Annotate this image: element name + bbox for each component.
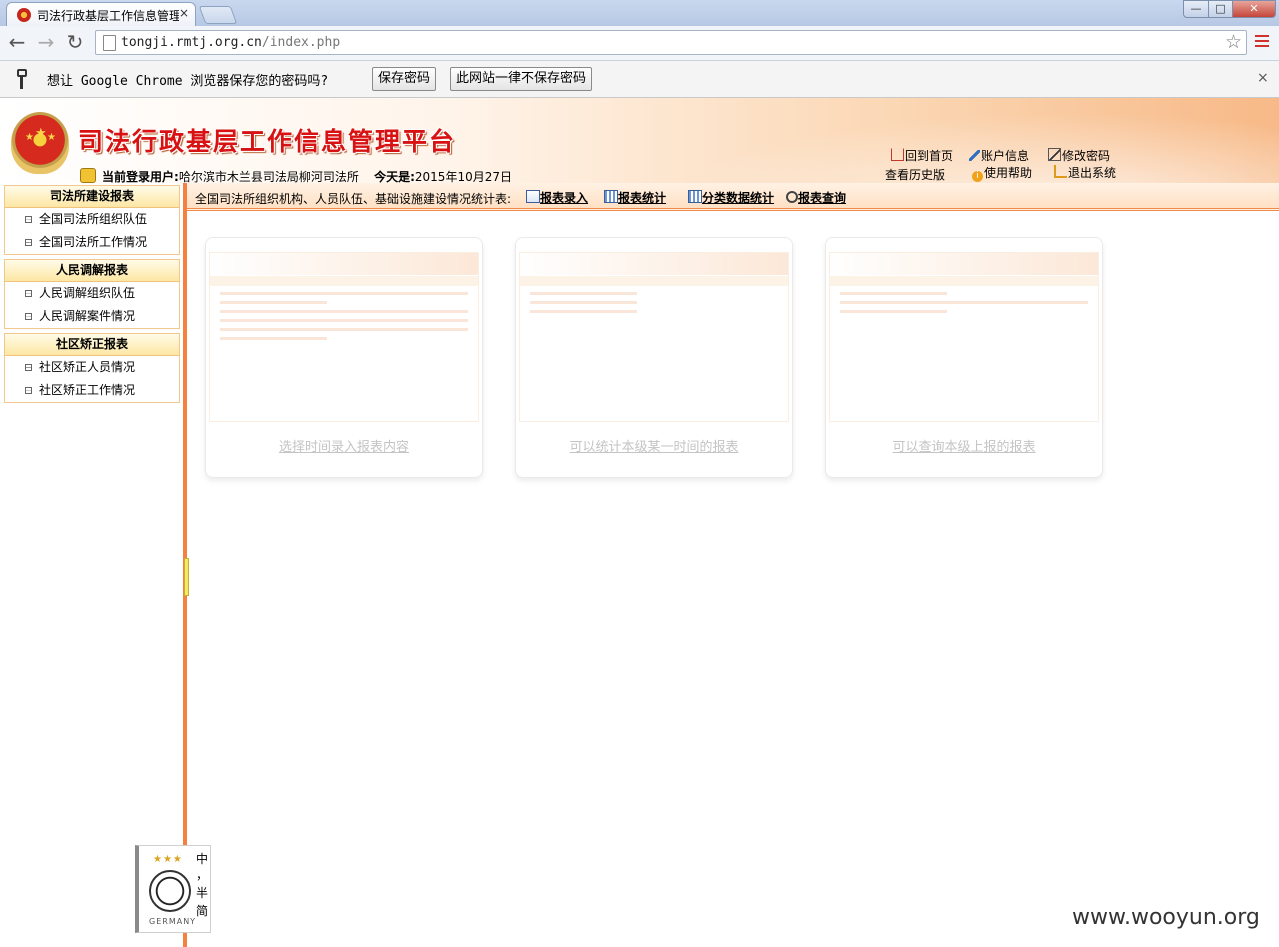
- sidebar-section-title[interactable]: 人民调解报表: [5, 260, 179, 282]
- card-caption[interactable]: 可以查询本级上报的报表: [826, 436, 1102, 455]
- watermark: www.wooyun.org: [1072, 905, 1260, 930]
- home-link[interactable]: 回到首页: [891, 147, 953, 164]
- page-icon: [103, 35, 116, 51]
- logout-link[interactable]: 退出系统: [1054, 164, 1116, 181]
- card-report-query[interactable]: 可以查询本级上报的报表: [825, 237, 1103, 478]
- url-text[interactable]: tongji.rmtj.org.cn/index.php: [121, 35, 340, 50]
- ime-status-widget[interactable]: ★★★ GERMANY 中 ， 半 简: [135, 845, 211, 933]
- change-password-link[interactable]: 修改密码: [1048, 147, 1110, 164]
- sidebar-item-mediation-team[interactable]: 人民调解组织队伍: [5, 282, 179, 305]
- sidebar-section-correction: 社区矫正报表 社区矫正人员情况 社区矫正工作情况: [4, 333, 180, 403]
- sidebar-item-national-team[interactable]: 全国司法所组织队伍: [5, 208, 179, 231]
- save-password-button[interactable]: 保存密码: [372, 67, 437, 91]
- table-icon: [688, 190, 702, 203]
- browser-toolbar: ← → ↻ tongji.rmtj.org.cn/index.php ☆: [0, 26, 1279, 61]
- report-stats-link[interactable]: 报表统计: [604, 189, 666, 206]
- report-navbar: 全国司法所组织机构、人员队伍、基础设施建设情况统计表: 报表录入 报表统计 分类…: [187, 183, 1279, 211]
- bookmark-star-icon[interactable]: ☆: [1225, 31, 1242, 53]
- history-version-link[interactable]: 查看历史版: [885, 166, 945, 183]
- list-icon: [25, 290, 32, 297]
- eagle-badge-icon: [149, 870, 191, 912]
- card-thumbnail: [829, 252, 1099, 422]
- list-icon: [25, 387, 32, 394]
- sidebar-section-title[interactable]: 司法所建设报表: [5, 186, 179, 208]
- edit-icon: [1048, 148, 1061, 161]
- report-query-link[interactable]: 报表查询: [786, 189, 846, 206]
- sidebar-item-mediation-cases[interactable]: 人民调解案件情况: [5, 305, 179, 328]
- emblem-favicon-icon: [17, 8, 31, 22]
- forward-button[interactable]: →: [34, 31, 58, 55]
- infobar-message: 想让 Google Chrome 浏览器保存您的密码吗?: [47, 74, 329, 89]
- ime-simplified[interactable]: 简: [196, 902, 208, 919]
- user-value: 哈尔滨市木兰县司法局柳河司法所: [178, 170, 359, 184]
- account-info-link[interactable]: 账户信息: [969, 147, 1029, 164]
- home-icon: [891, 148, 904, 161]
- tab-title: 司法行政基层工作信息管理: [37, 9, 179, 23]
- table-icon: [604, 190, 618, 203]
- navbar-label: 全国司法所组织机构、人员队伍、基础设施建设情况统计表:: [195, 192, 512, 206]
- reload-button[interactable]: ↻: [63, 31, 87, 55]
- card-thumbnail: [519, 252, 789, 422]
- card-report-stats[interactable]: 可以统计本级某一时间的报表: [515, 237, 793, 478]
- ime-punctuation[interactable]: ，: [196, 866, 208, 883]
- sidebar-item-correction-people[interactable]: 社区矫正人员情况: [5, 356, 179, 379]
- user-label: 当前登录用户:: [102, 170, 179, 184]
- card-caption[interactable]: 可以统计本级某一时间的报表: [516, 436, 792, 455]
- report-entry-link[interactable]: 报表录入: [526, 189, 588, 206]
- list-icon: [25, 216, 32, 223]
- ime-mode-chinese[interactable]: 中: [196, 850, 208, 867]
- window-minimize-button[interactable]: —: [1183, 0, 1209, 18]
- pencil-icon: [969, 150, 980, 161]
- date-value: 2015年10月27日: [414, 170, 512, 184]
- window-maximize-button[interactable]: □: [1208, 0, 1233, 18]
- collapse-sidebar-handle[interactable]: [184, 558, 189, 596]
- infobar-close-icon[interactable]: ×: [1257, 70, 1269, 86]
- back-button[interactable]: ←: [5, 31, 29, 55]
- help-link[interactable]: i 使用帮助: [972, 164, 1032, 182]
- never-save-password-button[interactable]: 此网站一律不保存密码: [450, 67, 593, 91]
- add-report-icon: [526, 190, 540, 203]
- national-emblem-icon: ★ ★ ★: [11, 112, 69, 174]
- tab-close-icon[interactable]: ×: [179, 6, 189, 20]
- list-icon: [25, 313, 32, 320]
- card-caption[interactable]: 选择时间录入报表内容: [206, 436, 482, 455]
- card-thumbnail: [209, 252, 479, 422]
- site-banner: ★ ★ ★ 司法行政基层工作信息管理平台 当前登录用户:哈尔滨市木兰县司法局柳河…: [0, 98, 1279, 184]
- new-tab-button[interactable]: [198, 6, 238, 24]
- sidebar-item-national-work[interactable]: 全国司法所工作情况: [5, 231, 179, 254]
- help-icon: i: [972, 171, 983, 182]
- list-icon: [25, 239, 32, 246]
- window-close-button[interactable]: ✕: [1232, 0, 1276, 18]
- stars-icon: ★★★: [153, 854, 183, 865]
- sidebar-section-judicial: 司法所建设报表 全国司法所组织队伍 全国司法所工作情况: [4, 185, 180, 255]
- search-icon: [786, 191, 798, 203]
- date-label: 今天是:: [374, 170, 415, 184]
- ime-half-width[interactable]: 半: [196, 884, 208, 901]
- key-icon: [17, 69, 29, 89]
- sidebar: 司法所建设报表 全国司法所组织队伍 全国司法所工作情况 人民调解报表 人民调解组…: [0, 183, 183, 947]
- sidebar-section-title[interactable]: 社区矫正报表: [5, 334, 179, 356]
- browser-tab[interactable]: 司法行政基层工作信息管理 ×: [6, 2, 196, 26]
- list-icon: [25, 364, 32, 371]
- chrome-menu-icon[interactable]: [1255, 35, 1269, 49]
- exit-icon: [1054, 165, 1067, 178]
- browser-titlebar: 司法行政基层工作信息管理 × — □ ✕: [0, 0, 1279, 26]
- user-lock-icon: [80, 168, 96, 183]
- password-infobar: 想让 Google Chrome 浏览器保存您的密码吗? 保存密码 此网站一律不…: [0, 61, 1279, 98]
- site-title: 司法行政基层工作信息管理平台: [78, 127, 457, 156]
- address-bar[interactable]: tongji.rmtj.org.cn/index.php ☆: [95, 30, 1247, 55]
- card-report-entry[interactable]: 选择时间录入报表内容: [205, 237, 483, 478]
- widget-brand: GERMANY: [149, 917, 197, 926]
- sidebar-item-correction-work[interactable]: 社区矫正工作情况: [5, 379, 179, 402]
- sidebar-section-mediation: 人民调解报表 人民调解组织队伍 人民调解案件情况: [4, 259, 180, 329]
- category-stats-link[interactable]: 分类数据统计: [688, 189, 774, 206]
